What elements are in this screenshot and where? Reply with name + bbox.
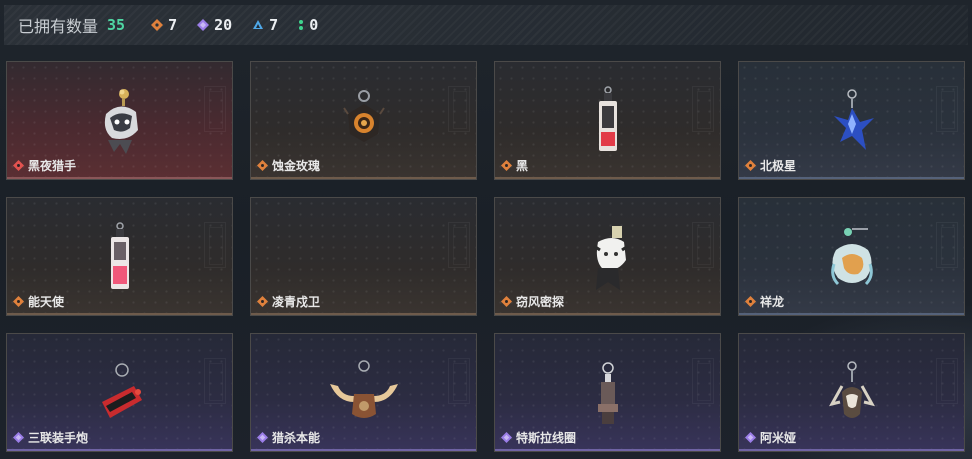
orange-rarity-diamond-icon (745, 296, 756, 307)
charm-name: 北极星 (760, 159, 797, 173)
charm-label: 猎杀本能 (257, 429, 320, 446)
purple-diamond-icon (197, 19, 210, 31)
charm-name: 蚀金玫瑰 (272, 159, 321, 173)
stat-orange-value: 7 (168, 16, 178, 34)
charm-label: 窃风密探 (501, 293, 564, 310)
owned-count-label: 已拥有数量 (18, 17, 99, 36)
stat-blue-rarity: 7 (252, 16, 278, 34)
charm-card-tesla-coil[interactable]: 特斯拉线圈 (494, 333, 721, 452)
charm-label: 黑夜猎手 (13, 157, 76, 174)
purple-rarity-diamond-icon (257, 432, 268, 443)
exusiai-charm-image (110, 222, 129, 289)
stat-blue-value: 7 (269, 16, 279, 34)
charm-label: 阿米娅 (745, 429, 796, 446)
owned-count-value: 35 (107, 16, 126, 34)
stat-purple-rarity: 20 (197, 16, 232, 34)
charm-name: 三联装手炮 (28, 431, 89, 445)
purple-rarity-diamond-icon (745, 432, 756, 443)
orange-rarity-diamond-icon (257, 160, 268, 171)
night-hunter-charm-image (104, 89, 138, 154)
tesla-coil-charm-image (597, 362, 618, 424)
charm-card-auspicious-dragon[interactable]: 祥龙 (738, 197, 965, 316)
charm-card-gilded-rose[interactable]: 蚀金玫瑰 (250, 61, 477, 180)
hunting-instinct-charm-image (329, 360, 398, 418)
inventory-summary-bar: 已拥有数量 35 7 20 7 0 (4, 5, 968, 45)
wind-thief-charm-image (592, 226, 629, 290)
charm-label: 三联装手炮 (13, 429, 88, 446)
amiya-charm-image (828, 361, 875, 418)
hei-charm-image (598, 86, 617, 151)
charm-card-triple-hand-cannon[interactable]: 三联装手炮 (6, 333, 233, 452)
orange-rarity-diamond-icon (257, 296, 268, 307)
charm-card-hei[interactable]: 黑 (494, 61, 721, 180)
charm-card-hunting-instinct[interactable]: 猎杀本能 (250, 333, 477, 452)
auspicious-dragon-charm-image (830, 228, 873, 286)
triple-hand-cannon-charm-image (101, 363, 142, 418)
charm-name: 猎杀本能 (272, 431, 321, 445)
blue-triangle-icon (253, 20, 264, 29)
charm-label: 特斯拉线圈 (501, 429, 576, 446)
charm-name: 黑夜猎手 (28, 159, 77, 173)
purple-rarity-diamond-icon (13, 432, 24, 443)
charm-name: 窃风密探 (516, 295, 565, 309)
stat-green-rarity: 0 (298, 16, 318, 34)
purple-rarity-diamond-icon (501, 432, 512, 443)
charm-label: 祥龙 (745, 293, 784, 310)
orange-rarity-diamond-icon (745, 160, 756, 171)
charm-grid: 黑夜猎手 蚀金玫瑰 黑 北极星 能天使 凌青戍卫 窃风密探 祥龙 三联装手炮 猎… (6, 61, 965, 452)
charm-card-exusiai[interactable]: 能天使 (6, 197, 233, 316)
orange-rarity-diamond-icon (501, 296, 512, 307)
charm-name: 祥龙 (760, 295, 785, 309)
stat-purple-value: 20 (214, 16, 233, 34)
charm-card-amiya[interactable]: 阿米娅 (738, 333, 965, 452)
orange-diamond-icon (151, 19, 164, 31)
charm-label: 蚀金玫瑰 (257, 157, 320, 174)
charm-label: 北极星 (745, 157, 796, 174)
polaris-charm-image (833, 89, 874, 150)
stat-orange-rarity: 7 (151, 16, 177, 34)
charm-label: 能天使 (13, 293, 64, 310)
charm-name: 阿米娅 (760, 431, 797, 445)
charm-label: 黑 (501, 157, 528, 174)
red-rarity-diamond-icon (13, 160, 24, 171)
green-dots-icon (299, 20, 304, 30)
gilded-rose-charm-image (342, 90, 385, 142)
charm-name: 特斯拉线圈 (516, 431, 577, 445)
stat-green-value: 0 (309, 16, 319, 34)
charm-card-lingqing-guard[interactable]: 凌青戍卫 (250, 197, 477, 316)
charm-label: 凌青戍卫 (257, 293, 320, 310)
charm-name: 能天使 (28, 295, 65, 309)
charm-name: 凌青戍卫 (272, 295, 321, 309)
orange-rarity-diamond-icon (13, 296, 24, 307)
charm-name: 黑 (516, 159, 529, 173)
charm-card-wind-thief[interactable]: 窃风密探 (494, 197, 721, 316)
orange-rarity-diamond-icon (501, 160, 512, 171)
charm-card-night-hunter[interactable]: 黑夜猎手 (6, 61, 233, 180)
charm-card-polaris[interactable]: 北极星 (738, 61, 965, 180)
